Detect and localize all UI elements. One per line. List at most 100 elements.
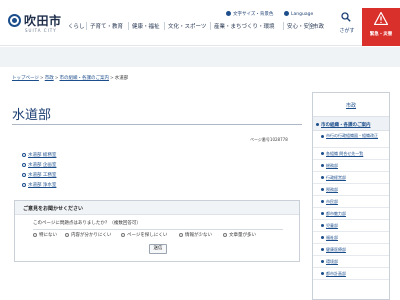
text-size-label: 文字サイズ・背景色 — [233, 12, 274, 17]
logo-city-name: 吹田市 — [24, 14, 62, 28]
page-id: ページ番号1028778 — [250, 137, 288, 142]
sidebar-item-label[interactable]: 市行の行政組織図・組織改正 — [326, 133, 384, 139]
department-link[interactable]: 水道部 浄水室 — [28, 183, 56, 188]
gnav-divider — [283, 22, 284, 30]
checkbox-hard-to-find[interactable]: ページを探しにくい — [121, 232, 167, 239]
sidebar-header: 市政 — [313, 93, 389, 117]
sidebar-item-label[interactable]: 都市魅力部 — [326, 211, 384, 217]
sidebar-item-children[interactable]: 児童部 — [313, 220, 389, 232]
site-header: 吹田市 SUITA CITY 文字サイズ・背景色 Language くらし 子育… — [0, 0, 400, 46]
sidebar-item-label[interactable]: 税務部 — [326, 187, 384, 193]
checkbox-little-info[interactable]: 情報が少ない — [179, 232, 212, 239]
title-divider — [12, 124, 302, 125]
checkbox-icon[interactable] — [223, 233, 227, 237]
sidebar-item-urban-planning[interactable]: 都市計画部 — [313, 268, 389, 280]
gnav-divider — [210, 22, 211, 30]
sidebar-item-label[interactable]: 各組織 問合せ先一覧 — [326, 151, 384, 157]
header-subband — [0, 47, 400, 67]
sidebar-item-general-affairs[interactable]: 総務部 — [313, 160, 389, 172]
bullet-icon — [22, 163, 26, 167]
gnav-item-government[interactable]: 市政 — [313, 22, 324, 30]
feedback-divider — [33, 229, 283, 230]
gnav-divider — [309, 22, 310, 30]
breadcrumb-home[interactable]: トップページ — [12, 76, 39, 81]
site-logo[interactable]: 吹田市 SUITA CITY — [8, 9, 62, 39]
option-label: ページを探しにくい — [127, 233, 168, 238]
bullet-icon — [321, 272, 324, 275]
text-size-icon — [226, 11, 231, 16]
text-size-link[interactable]: 文字サイズ・背景色 — [226, 11, 273, 17]
emergency-label: 緊急・災害 — [369, 32, 393, 37]
checkbox-icon[interactable] — [65, 233, 69, 237]
option-label: 文章量が多い — [229, 233, 256, 238]
checkbox-hard-to-understand[interactable]: 内容が分かりにくい — [65, 232, 111, 239]
sidebar-subheader: 市の組織・各課のご案内 — [313, 117, 389, 131]
gnav-divider — [86, 22, 87, 30]
search-button[interactable]: さがす — [333, 10, 361, 38]
checkbox-icon[interactable] — [33, 233, 37, 237]
checkbox-no-issue[interactable]: 特にない — [33, 232, 57, 239]
breadcrumb-separator: > — [109, 76, 114, 81]
option-label: 情報が少ない — [185, 233, 212, 238]
language-link[interactable]: Language — [284, 11, 313, 17]
sidebar-heading-link[interactable]: 市政 — [313, 102, 389, 109]
bullet-icon — [321, 260, 324, 263]
city-emblem-icon — [8, 14, 21, 27]
emergency-button[interactable]: 緊急・災害 — [362, 8, 400, 46]
sidebar-item-citizens[interactable]: 市民部 — [313, 196, 389, 208]
search-label: さがす — [339, 28, 355, 34]
department-link[interactable]: 水道部 工務室 — [28, 173, 56, 178]
sidebar-item-city-appeal[interactable]: 都市魅力部 — [313, 208, 389, 220]
sidebar-item-label[interactable]: 環境部 — [326, 259, 384, 265]
sidebar-item-contacts[interactable]: 各組織 問合せ先一覧 — [313, 148, 389, 160]
sidebar-item-label[interactable]: 健康医療部 — [326, 247, 384, 253]
sidebar-item-admin-management[interactable]: 行政経営部 — [313, 172, 389, 184]
department-link[interactable]: 水道部 企画室 — [28, 163, 56, 168]
gnav-item-living[interactable]: くらし — [68, 22, 85, 30]
bullet-icon — [321, 176, 324, 179]
gnav-item-culture[interactable]: 文化・スポーツ — [168, 22, 206, 30]
gnav-item-health[interactable]: 健康・福祉 — [132, 22, 160, 30]
sidebar-item-taxation[interactable]: 税務部 — [313, 184, 389, 196]
bullet-icon — [321, 200, 324, 203]
bullet-icon — [22, 173, 26, 177]
department-link[interactable]: 水道部 総務室 — [28, 153, 56, 158]
sidebar-item-label[interactable]: 福祉部 — [326, 235, 384, 241]
page-title: 水道部 — [12, 108, 52, 123]
sidebar-item-welfare[interactable]: 福祉部 — [313, 232, 389, 244]
sidebar-item-label[interactable]: 市民部 — [326, 199, 384, 205]
gnav-item-safety[interactable]: 安心・安全 — [287, 22, 315, 30]
breadcrumb-organization[interactable]: 市の組織・各課のご案内 — [59, 76, 109, 81]
list-item[interactable]: 水道部 総務室 — [22, 152, 56, 159]
sidebar: 市政 市の組織・各課のご案内 市行の行政組織図・組織改正 各組織 問合せ先一覧 … — [312, 92, 390, 300]
checkbox-icon[interactable] — [121, 233, 125, 237]
bullet-icon — [321, 135, 324, 138]
bullet-icon — [321, 224, 324, 227]
bullet-icon — [316, 123, 319, 126]
breadcrumb-separator: > — [39, 76, 44, 81]
checkbox-icon[interactable] — [179, 233, 183, 237]
sidebar-item-health-medical[interactable]: 健康医療部 — [313, 244, 389, 256]
list-item[interactable]: 水道部 浄水室 — [22, 182, 56, 189]
sidebar-item-label[interactable]: 行政経営部 — [326, 175, 384, 181]
sidebar-item-environment[interactable]: 環境部 — [313, 256, 389, 268]
sidebar-item-label[interactable]: 総務部 — [326, 163, 384, 169]
submit-button[interactable]: 送信 — [149, 244, 167, 254]
bullet-icon — [22, 183, 26, 187]
sidebar-subheading-link[interactable]: 市の組織・各課のご案内 — [321, 122, 371, 128]
bullet-icon — [321, 152, 324, 155]
list-item[interactable]: 水道部 企画室 — [22, 162, 56, 169]
warning-icon — [374, 12, 388, 25]
feedback-header: ご意見をお聞かせください — [15, 201, 299, 215]
sidebar-item-label[interactable]: 都市計画部 — [326, 271, 384, 277]
list-item[interactable]: 水道部 工務室 — [22, 172, 56, 179]
breadcrumb-government[interactable]: 市政 — [45, 76, 54, 81]
gnav-item-childcare[interactable]: 子育て・教育 — [90, 22, 123, 30]
feedback-title: ご意見をお聞かせください — [23, 206, 84, 212]
sidebar-item-org-chart[interactable]: 市行の行政組織図・組織改正 — [313, 131, 389, 148]
checkbox-too-much-text[interactable]: 文章量が多い — [223, 232, 256, 239]
gnav-item-industry[interactable]: 産業・まちづくり・環境 — [214, 22, 275, 30]
bullet-icon — [321, 248, 324, 251]
sidebar-item-label[interactable]: 児童部 — [326, 223, 384, 229]
globe-icon — [284, 11, 289, 16]
